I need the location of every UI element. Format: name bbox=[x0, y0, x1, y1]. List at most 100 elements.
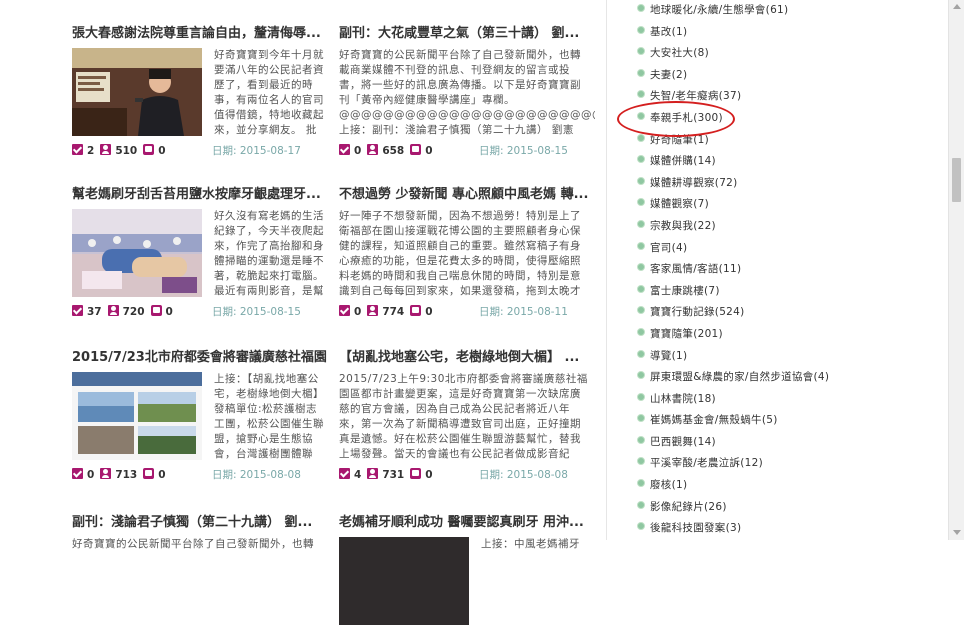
bullet-icon bbox=[637, 435, 645, 444]
category-label[interactable]: 屏東環盟&綠農的家/自然步道協會(4) bbox=[650, 371, 829, 383]
likes-count: 0 bbox=[354, 306, 362, 318]
article-excerpt: 好一陣子不想發新聞，因為不想過勞！特別是上了衛福部在園山接運戰花博公園的主要照顧… bbox=[339, 210, 581, 297]
article-title[interactable]: 副刊：大花咸豐草之氣（第三十講） 劉... bbox=[339, 25, 595, 43]
category-label[interactable]: 廢核(1) bbox=[650, 479, 687, 491]
category-label[interactable]: 崔媽媽基金會/無殼蝸牛(5) bbox=[650, 414, 778, 426]
category-label[interactable]: 巴西觀舞(14) bbox=[650, 436, 716, 448]
category-item[interactable]: 基改(1) bbox=[637, 22, 937, 44]
category-item[interactable]: 巴西觀舞(14) bbox=[637, 432, 937, 454]
category-list: 地球暖化/永續/生態學會(61) 基改(1) 大安社大(8) 夫妻(2) 失智/老年癡病… bbox=[637, 0, 937, 540]
category-item[interactable]: 寶寶行動記錄(524) bbox=[637, 302, 937, 324]
category-label[interactable]: 影像紀錄片(26) bbox=[650, 501, 727, 513]
article-card[interactable]: 老媽補牙順利成功 醫囑要認真刷牙 用沖... 上接：中風老媽補牙 bbox=[339, 514, 595, 627]
article-card[interactable]: 不想過勞 少發新聞 專心照顧中風老媽 轉... 好一陣子不想發新聞，因為不想過勞！… bbox=[339, 186, 595, 318]
bullet-icon bbox=[637, 500, 645, 509]
likes-count: 4 bbox=[354, 469, 362, 481]
category-item[interactable]: 影像紀錄片(26) bbox=[637, 497, 937, 519]
category-label[interactable]: 宗教與我(22) bbox=[650, 220, 716, 232]
article-thumbnail[interactable] bbox=[72, 209, 202, 297]
category-item[interactable]: 富士康跳樓(7) bbox=[637, 281, 937, 303]
article-title[interactable]: 幫老媽刷牙刮舌苔用鹽水按摩牙齦處理牙... bbox=[72, 186, 328, 204]
person-icon bbox=[367, 144, 379, 155]
views-stat: 731 bbox=[367, 466, 404, 484]
category-item[interactable]: 山林書院(18) bbox=[637, 389, 937, 411]
article-title[interactable]: 老媽補牙順利成功 醫囑要認真刷牙 用沖... bbox=[339, 514, 595, 532]
category-label[interactable]: 官司(4) bbox=[650, 242, 687, 254]
category-item[interactable]: 媒體觀察(7) bbox=[637, 194, 937, 216]
article-card[interactable]: 【胡亂找地塞公宅，老樹綠地倒大楣】 ... 2015/7/23上午9:30北市府都… bbox=[339, 349, 595, 481]
category-label[interactable]: 富士康跳樓(7) bbox=[650, 285, 720, 297]
article-title[interactable]: 副刊：淺論君子慎獨（第二十九講） 劉... bbox=[72, 514, 328, 532]
category-item[interactable]: 夫妻(2) bbox=[637, 65, 937, 87]
article-card[interactable]: 幫老媽刷牙刮舌苔用鹽水按摩牙齦處理牙... 好久沒有寫老媽的生活紀錄了，今天半夜爬… bbox=[72, 186, 328, 318]
category-label[interactable]: 客家風情/客語(11) bbox=[650, 263, 741, 275]
category-item[interactable]: 宗教與我(22) bbox=[637, 216, 937, 238]
category-item[interactable]: 客家風情/客語(11) bbox=[637, 259, 937, 281]
category-item[interactable]: 廢核(1) bbox=[637, 475, 937, 497]
category-label[interactable]: 平溪宰酸/老農泣訴(12) bbox=[650, 457, 763, 469]
category-label[interactable]: 基改(1) bbox=[650, 26, 687, 38]
article-thumbnail[interactable] bbox=[339, 537, 469, 625]
article-thumbnail[interactable] bbox=[72, 48, 202, 136]
category-item[interactable]: 地球暖化/永續/生態學會(61) bbox=[637, 0, 937, 22]
scroll-up-arrow-icon[interactable] bbox=[953, 4, 961, 9]
scroll-down-arrow-icon[interactable] bbox=[953, 530, 961, 535]
category-item[interactable]: 平溪宰酸/老農泣訴(12) bbox=[637, 453, 937, 475]
category-label[interactable]: 媒體耕導觀察(72) bbox=[650, 177, 738, 189]
views-count: 658 bbox=[382, 145, 405, 157]
bullet-icon bbox=[637, 155, 645, 164]
category-label[interactable]: 媒體觀察(7) bbox=[650, 198, 709, 210]
category-item[interactable]: 媒體耕導觀察(72) bbox=[637, 173, 937, 195]
article-title[interactable]: 不想過勞 少發新聞 專心照顧中風老媽 轉... bbox=[339, 186, 595, 204]
category-item[interactable]: 導覽(1) bbox=[637, 346, 937, 368]
article-thumbnail[interactable] bbox=[72, 372, 202, 460]
views-stat: 713 bbox=[100, 466, 137, 484]
article-meta: 0 658 0 日期: 2015-08-15 bbox=[339, 142, 595, 160]
bullet-icon bbox=[637, 414, 645, 423]
comment-icon bbox=[410, 468, 422, 479]
category-item[interactable]: 官司(4) bbox=[637, 238, 937, 260]
category-item[interactable]: 媒體併購(14) bbox=[637, 151, 937, 173]
likes-count: 37 bbox=[87, 306, 102, 318]
article-title[interactable]: 【胡亂找地塞公宅，老樹綠地倒大楣】 ... bbox=[339, 349, 595, 367]
article-title[interactable]: 張大春感謝法院尊重言論自由，釐清侮辱... bbox=[72, 25, 328, 43]
photo-thumbnail bbox=[339, 537, 469, 625]
category-label[interactable]: 後龍科技園發案(3) bbox=[650, 522, 741, 534]
comment-icon bbox=[410, 305, 422, 316]
post-date: 日期: 2015-08-15 bbox=[212, 306, 301, 318]
scrollbar-thumb[interactable] bbox=[952, 158, 961, 202]
article-title[interactable]: 2015/7/23北市府都委會將審議廣慈社福園... bbox=[72, 349, 328, 367]
category-item[interactable]: 寶寶隨筆(201) bbox=[637, 324, 937, 346]
category-item[interactable]: 後龍科技園發案(3) bbox=[637, 518, 937, 540]
article-card[interactable]: 張大春感謝法院尊重言論自由，釐清侮辱... 好奇寶寶到今年十月就要滿八年的公民記者… bbox=[72, 25, 328, 157]
comments-count: 0 bbox=[425, 306, 433, 318]
category-label[interactable]: 山林書院(18) bbox=[650, 393, 716, 405]
category-item[interactable]: 屏東環盟&綠農的家/自然步道協會(4) bbox=[637, 367, 937, 389]
article-body: 好奇寶寶到今年十月就要滿八年的公民記者資歷了，看到最近的時事，有兩位名人的官司值… bbox=[72, 48, 328, 138]
category-label[interactable]: 寶寶隨筆(201) bbox=[650, 328, 723, 340]
category-label[interactable]: 媒體併購(14) bbox=[650, 155, 716, 167]
scrollbar[interactable] bbox=[948, 0, 964, 540]
article-card[interactable]: 副刊：大花咸豐草之氣（第三十講） 劉... 好奇寶寶的公民新聞平台除了自己發新聞外… bbox=[339, 25, 595, 157]
category-label[interactable]: 寶寶行動記錄(524) bbox=[650, 306, 745, 318]
bullet-icon bbox=[637, 263, 645, 272]
article-excerpt: 上接：【胡亂找地塞公宅，老樹綠地倒大楣】發稿單位:松菸護樹志工團，松菸公園催生聯… bbox=[214, 373, 324, 460]
category-item[interactable]: 崔媽媽基金會/無殼蝸牛(5) bbox=[637, 410, 937, 432]
category-sidebar: 地球暖化/永續/生態學會(61) 基改(1) 大安社大(8) 夫妻(2) 失智/老年癡病… bbox=[607, 0, 948, 540]
category-label[interactable]: 導覽(1) bbox=[650, 350, 687, 362]
bullet-icon bbox=[637, 219, 645, 228]
category-label[interactable]: 夫妻(2) bbox=[650, 69, 687, 81]
article-body: 好奇寶寶的公民新聞平台除了自己發新聞外，也轉 bbox=[72, 537, 328, 627]
category-label[interactable]: 大安社大(8) bbox=[650, 47, 709, 59]
post-date: 日期: 2015-08-08 bbox=[479, 469, 568, 481]
category-label[interactable]: 地球暖化/永續/生態學會(61) bbox=[650, 4, 788, 16]
views-count: 731 bbox=[382, 469, 405, 481]
category-item[interactable]: 大安社大(8) bbox=[637, 43, 937, 65]
views-count: 510 bbox=[115, 145, 138, 157]
article-card[interactable]: 副刊：淺論君子慎獨（第二十九講） 劉... 好奇寶寶的公民新聞平台除了自己發新聞外… bbox=[72, 514, 328, 627]
article-card[interactable]: 2015/7/23北市府都委會將審議廣慈社福園... 上接：【胡亂找地塞公宅，老樹… bbox=[72, 349, 328, 481]
person-icon bbox=[100, 468, 112, 479]
check-icon bbox=[339, 144, 350, 155]
views-count: 774 bbox=[382, 306, 405, 318]
article-meta: 37 720 0 日期: 2015-08-15 bbox=[72, 303, 328, 321]
